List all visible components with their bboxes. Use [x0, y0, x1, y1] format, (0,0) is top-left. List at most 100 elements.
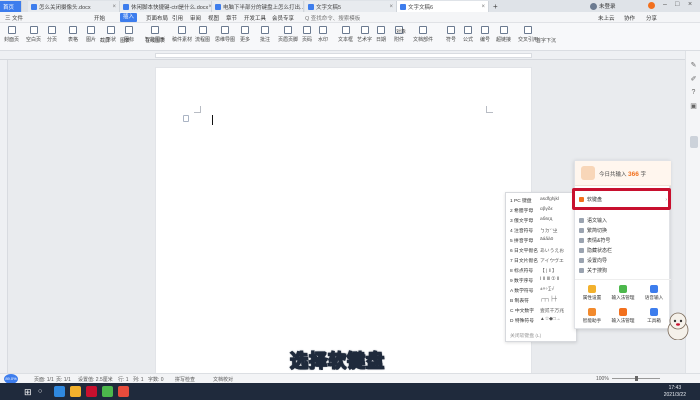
- scrollbar-thumb[interactable]: [690, 136, 698, 148]
- close-window-icon[interactable]: ×: [688, 1, 692, 8]
- folder-icon[interactable]: [70, 386, 81, 397]
- pen-icon[interactable]: ✐: [690, 76, 697, 83]
- help-icon[interactable]: ?: [690, 89, 697, 96]
- toolbox-tile[interactable]: 工具箱: [639, 308, 669, 324]
- chart-button[interactable]: 图表: [120, 37, 130, 44]
- soft-keyboard-option[interactable]: 9 数字序号 Ⅰ Ⅱ Ⅲ ① Ⅱ: [510, 277, 576, 285]
- search-command[interactable]: Q 查找命令、搜索模板: [305, 14, 360, 22]
- numbering-button[interactable]: 编号: [480, 26, 490, 43]
- menu-layout[interactable]: 页面布局: [146, 14, 168, 22]
- menu-developer[interactable]: 开发工具: [244, 14, 266, 22]
- settings-tile[interactable]: 属性设置: [577, 285, 607, 301]
- page-number-button[interactable]: 页码: [302, 26, 312, 43]
- textbox-button[interactable]: 文本框: [338, 26, 353, 43]
- tab-document[interactable]: 电脑下半部分的键盘上怎么打出...×: [212, 1, 304, 12]
- ime-menu-item[interactable]: 语文输入: [579, 216, 667, 225]
- ime-menu-item[interactable]: 繁简切换: [579, 226, 667, 235]
- symbol-button[interactable]: 符号: [446, 26, 456, 43]
- online-chart-button[interactable]: 在线图表: [145, 37, 165, 44]
- ime-menu-item[interactable]: 关于搜狗: [579, 266, 667, 275]
- menu-home[interactable]: 开始: [94, 14, 105, 22]
- menu-review[interactable]: 审阅: [190, 14, 201, 22]
- cross-ref-button[interactable]: 交叉引用: [518, 26, 538, 43]
- header-footer-button[interactable]: 页眉页脚: [278, 26, 298, 43]
- menu-chapter[interactable]: 章节: [226, 14, 237, 22]
- soft-keyboard-option[interactable]: 4 注音符号 ㄅㄉˇˋㄓ: [510, 227, 576, 235]
- close-icon[interactable]: ×: [389, 4, 393, 10]
- mindmap-button[interactable]: 思维导图: [215, 26, 235, 43]
- more-button[interactable]: 更多: [240, 26, 250, 43]
- soft-keyboard-option[interactable]: 6 日文平假名 あいうえお: [510, 247, 576, 255]
- menu-member[interactable]: 会员专享: [272, 14, 294, 22]
- app-icon[interactable]: [102, 386, 113, 397]
- tab-home[interactable]: 首页: [0, 1, 22, 12]
- collaborate-button[interactable]: 协作: [624, 14, 635, 22]
- ime-menu-item[interactable]: 设置向导: [579, 256, 667, 265]
- zoom-slider-thumb[interactable]: [635, 376, 638, 381]
- cover-page-button[interactable]: 封面页: [4, 26, 19, 43]
- layers-icon[interactable]: ▣: [690, 103, 697, 110]
- tab-document[interactable]: 休闲脚本快捷键-ctrl是什么.docx ×: [120, 1, 212, 12]
- paragraph-handle-icon[interactable]: [183, 115, 189, 122]
- date-button[interactable]: 日期: [376, 26, 386, 43]
- user-login[interactable]: 未登录: [590, 2, 616, 10]
- voice-input-tile[interactable]: 语音输入: [639, 285, 669, 301]
- page-break-button[interactable]: 分页: [47, 26, 57, 43]
- formula-button[interactable]: 公式: [463, 26, 473, 43]
- doc-verify[interactable]: 文档校对: [213, 376, 233, 383]
- zoom-level[interactable]: 100%: [596, 376, 609, 382]
- soft-keyboard-option[interactable]: 8 标点符号【 | ‖ 】: [510, 267, 576, 275]
- doc-parts-button[interactable]: 文档部件: [413, 26, 433, 43]
- soft-keyboard-option[interactable]: A 数学符号 ±×÷∑√: [510, 287, 576, 295]
- soft-keyboard-option[interactable]: B 制表符 ┌┬┐├┼: [510, 297, 576, 305]
- screenshot-button[interactable]: 截屏: [100, 37, 110, 44]
- comment-button[interactable]: 批注: [260, 26, 270, 43]
- ime-manager-tile-2[interactable]: 输入法管理: [608, 308, 638, 324]
- avatar[interactable]: [648, 2, 655, 9]
- word-count[interactable]: 字数: 0: [148, 376, 164, 383]
- minimize-icon[interactable]: –: [663, 1, 667, 8]
- close-icon[interactable]: ×: [481, 4, 485, 10]
- ime-menu-item[interactable]: 隐藏状态栏: [579, 246, 667, 255]
- windows-start-icon[interactable]: ⊞: [24, 387, 32, 398]
- page-indicator[interactable]: 页面: 1/1: [34, 376, 54, 383]
- edge-icon[interactable]: [54, 386, 65, 397]
- soft-keyboard-option[interactable]: 7 日文片假名 アイウヴエ: [510, 257, 576, 265]
- new-tab-button[interactable]: +: [490, 1, 502, 12]
- taskbar-clock[interactable]: 17:43 2021/3/22: [664, 385, 686, 398]
- tab-document[interactable]: 文字文稿5 ×: [305, 1, 397, 12]
- object-button[interactable]: 对象: [396, 28, 406, 35]
- watermark-button[interactable]: 水印: [318, 26, 328, 43]
- ime-menu-item[interactable]: 表情&符号: [579, 236, 667, 245]
- edit-icon[interactable]: ✎: [690, 62, 697, 69]
- material-button[interactable]: 稿件素材: [172, 26, 192, 43]
- soft-keyboard-option[interactable]: 2 希腊字母 αβγδε: [510, 207, 576, 215]
- share-button[interactable]: 分享: [646, 14, 657, 22]
- soft-keyboard-option[interactable]: D 特殊符号 ▲☆◆□→: [510, 317, 576, 325]
- wps-icon[interactable]: [86, 386, 97, 397]
- tab-document[interactable]: 怎么关闭摄像头.docx ×: [28, 1, 120, 12]
- flowchart-button[interactable]: 流程图: [195, 26, 210, 43]
- table-button[interactable]: 表格: [68, 26, 78, 43]
- maximize-icon[interactable]: □: [675, 1, 679, 8]
- menu-insert[interactable]: 插入: [120, 13, 138, 22]
- menu-file[interactable]: 三 文件: [5, 14, 23, 22]
- soft-keyboard-option[interactable]: 3 俄文字母 абвгд: [510, 217, 576, 225]
- soft-keyboard-option[interactable]: C 中文数字 壹贰千万兆: [510, 307, 576, 315]
- close-soft-keyboard[interactable]: 关闭软键盘 (L): [510, 332, 576, 340]
- soft-keyboard-option[interactable]: 1 PC 键盘 asdfghjkl: [510, 197, 576, 205]
- ime-manager-tile[interactable]: 输入法管理: [608, 285, 638, 301]
- search-icon[interactable]: ○: [38, 388, 42, 395]
- assistant-tile[interactable]: 智能助手: [577, 308, 607, 324]
- soft-keyboard-option[interactable]: 5 拼音字母 āáǎàō: [510, 237, 576, 245]
- menu-view[interactable]: 视图: [208, 14, 219, 22]
- hyperlink-button[interactable]: 超链接: [496, 26, 511, 43]
- app-icon[interactable]: [118, 386, 129, 397]
- menu-references[interactable]: 引用: [172, 14, 183, 22]
- tab-document-active[interactable]: 文字文稿6 ×: [397, 1, 489, 12]
- drop-cap-button[interactable]: 首字下沉: [536, 37, 556, 44]
- cloud-status[interactable]: 未上云: [598, 14, 615, 22]
- spell-check[interactable]: 拼写检查: [175, 376, 195, 383]
- wordart-button[interactable]: 艺术字: [357, 26, 372, 43]
- blank-page-button[interactable]: 空白页: [26, 26, 41, 43]
